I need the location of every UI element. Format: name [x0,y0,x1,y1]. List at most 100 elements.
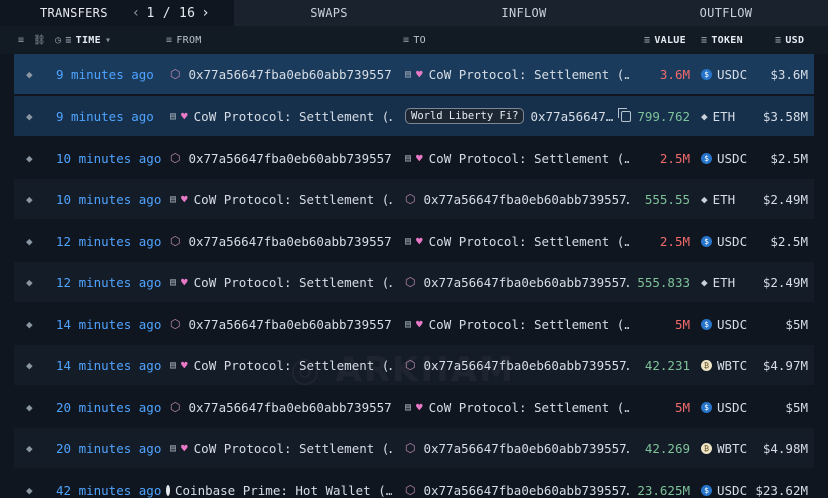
ethereum-chain-icon: ◆ [26,358,33,372]
document-icon: ▤ [170,442,177,454]
tab-transfers[interactable]: TRANSFERS ‹ 1 / 16 › [0,0,234,26]
usd-value: $3.58M [762,108,808,124]
time-column-header[interactable]: ◷ ≡ TIME ▾ [55,26,111,54]
tab-outflow[interactable]: OUTFLOW [624,0,828,26]
value-column-header[interactable]: ≡ VALUE [644,26,686,54]
time-link[interactable]: 12 minutes ago [56,221,161,261]
time-link[interactable]: 9 minutes ago [56,54,154,94]
chevron-right-icon[interactable]: › [201,5,210,21]
from-address[interactable]: 0x77a56647fba0eb60abb739557… [188,400,392,415]
time-link[interactable]: 9 minutes ago [56,96,154,136]
copy-icon[interactable] [618,107,631,122]
cow-protocol-icon: ♥ [416,234,423,248]
to-column-header[interactable]: ≡ TO [403,26,426,54]
from-address[interactable]: 0x77a56647fba0eb60abb739557… [188,151,392,166]
chevron-left-icon[interactable]: ‹ [132,5,141,21]
link-icon[interactable]: ⛓ [33,26,46,54]
to-address[interactable]: 0x77a56647… [530,109,613,124]
time-link[interactable]: 10 minutes ago [56,179,161,219]
time-link[interactable]: 20 minutes ago [56,387,161,427]
table-row[interactable]: ◆ 10 minutes ago ⬡ 0x77a56647fba0eb60abb7… [14,138,814,178]
tab-inflow[interactable]: INFLOW [424,0,624,26]
pagination: ‹ 1 / 16 › [126,5,216,21]
shield-icon: ⬡ [170,67,181,81]
token-symbol[interactable]: USDC [717,400,747,415]
time-link[interactable]: 20 minutes ago [56,428,161,468]
table-row[interactable]: ◆ 9 minutes ago ⬡ 0x77a56647fba0eb60abb73… [14,54,814,94]
time-link[interactable]: 12 minutes ago [56,262,161,302]
filter-icon[interactable]: ≡ [18,26,24,54]
cow-protocol-icon: ♥ [181,275,188,289]
document-icon: ▤ [405,68,412,80]
tab-swaps[interactable]: SWAPS [234,0,424,26]
token-symbol[interactable]: USDC [717,317,747,332]
coinbase-icon [166,484,170,496]
from-entity[interactable]: CoW Protocol: Settlement (… [194,192,392,207]
token-symbol[interactable]: USDC [717,483,747,498]
from-address[interactable]: 0x77a56647fba0eb60abb739557… [188,234,392,249]
cow-protocol-icon: ♥ [181,192,188,206]
time-link[interactable]: 14 minutes ago [56,345,161,385]
token-symbol[interactable]: USDC [717,234,747,249]
usdc-icon: $ [701,401,712,413]
ethereum-icon: ◆ [701,109,708,123]
usd-value: $2.5M [770,150,808,166]
document-icon: ▤ [405,152,412,164]
usd-column-header[interactable]: ≡ USD [775,26,804,54]
token-symbol[interactable]: USDC [717,151,747,166]
token-symbol[interactable]: WBTC [717,441,747,456]
from-entity[interactable]: CoW Protocol: Settlement (… [194,109,392,124]
value: 3.6M [659,66,690,82]
table-row[interactable]: ◆ 20 minutes ago ⬡ 0x77a56647fba0eb60abb7… [14,387,814,427]
time-link[interactable]: 42 minutes ago [56,470,161,498]
usd-value: $5M [785,316,808,332]
table-row[interactable]: ◆ 42 minutes ago Coinbase Prime: Hot Wal… [14,470,814,498]
document-icon: ▤ [170,193,177,205]
table-row[interactable]: ◆ 9 minutes ago ▤ ♥ CoW Protocol: Settleme… [14,96,814,136]
value: 2.5M [659,150,690,166]
token-symbol[interactable]: ETH [713,192,736,207]
table-row[interactable]: ◆ 12 minutes ago ⬡ 0x77a56647fba0eb60abb7… [14,221,814,261]
to-entity[interactable]: CoW Protocol: Settlement (… [429,67,629,82]
token-symbol[interactable]: ETH [713,109,736,124]
cow-protocol-icon: ♥ [181,358,188,372]
to-entity[interactable]: CoW Protocol: Settlement (… [429,317,629,332]
from-entity[interactable]: CoW Protocol: Settlement (… [194,441,392,456]
token-symbol[interactable]: WBTC [717,358,747,373]
tab-transfers-label: TRANSFERS [40,6,108,20]
to-address[interactable]: 0x77a56647fba0eb60abb739557… [423,275,629,290]
to-address[interactable]: 0x77a56647fba0eb60abb739557… [423,192,629,207]
from-entity[interactable]: CoW Protocol: Settlement (… [194,275,392,290]
clock-icon: ◷ [55,34,62,46]
value: 5M [674,399,690,415]
cow-protocol-icon: ♥ [181,441,188,455]
token-symbol[interactable]: USDC [717,67,747,82]
to-entity[interactable]: CoW Protocol: Settlement (… [429,151,629,166]
to-entity[interactable]: CoW Protocol: Settlement (… [429,400,629,415]
from-entity[interactable]: Coinbase Prime: Hot Wallet (… [175,483,392,498]
value: 5M [674,316,690,332]
table-row[interactable]: ◆ 14 minutes ago ⬡ 0x77a56647fba0eb60abb7… [14,304,814,344]
time-link[interactable]: 14 minutes ago [56,304,161,344]
usd-value: $3.6M [770,66,808,82]
to-address[interactable]: 0x77a56647fba0eb60abb739557… [423,441,629,456]
ethereum-chain-icon: ◆ [26,109,33,123]
cow-protocol-icon: ♥ [416,151,423,165]
from-address[interactable]: 0x77a56647fba0eb60abb739557… [188,67,392,82]
tab-swaps-label: SWAPS [310,6,348,20]
table-row[interactable]: ◆ 12 minutes ago ▤ ♥ CoW Protocol: Settlem… [14,262,814,302]
table-row[interactable]: ◆ 20 minutes ago ▤ ♥ CoW Protocol: Settlem… [14,428,814,468]
token-symbol[interactable]: ETH [713,275,736,290]
to-entity[interactable]: CoW Protocol: Settlement (… [429,234,629,249]
token-column-header[interactable]: ≡ TOKEN [701,26,743,54]
entity-tag-badge[interactable]: World Liberty Fi? [405,108,525,124]
value: 799.762 [637,108,690,124]
cow-protocol-icon: ♥ [416,67,423,81]
table-row[interactable]: ◆ 10 minutes ago ▤ ♥ CoW Protocol: Settlem… [14,179,814,219]
time-link[interactable]: 10 minutes ago [56,138,161,178]
to-address[interactable]: 0x77a56647fba0eb60abb739557… [423,483,629,498]
usd-value: $2.49M [762,191,808,207]
from-address[interactable]: 0x77a56647fba0eb60abb739557… [188,317,392,332]
from-column-header[interactable]: ≡ FROM [166,26,202,54]
wbtc-icon: ₿ [701,359,712,371]
